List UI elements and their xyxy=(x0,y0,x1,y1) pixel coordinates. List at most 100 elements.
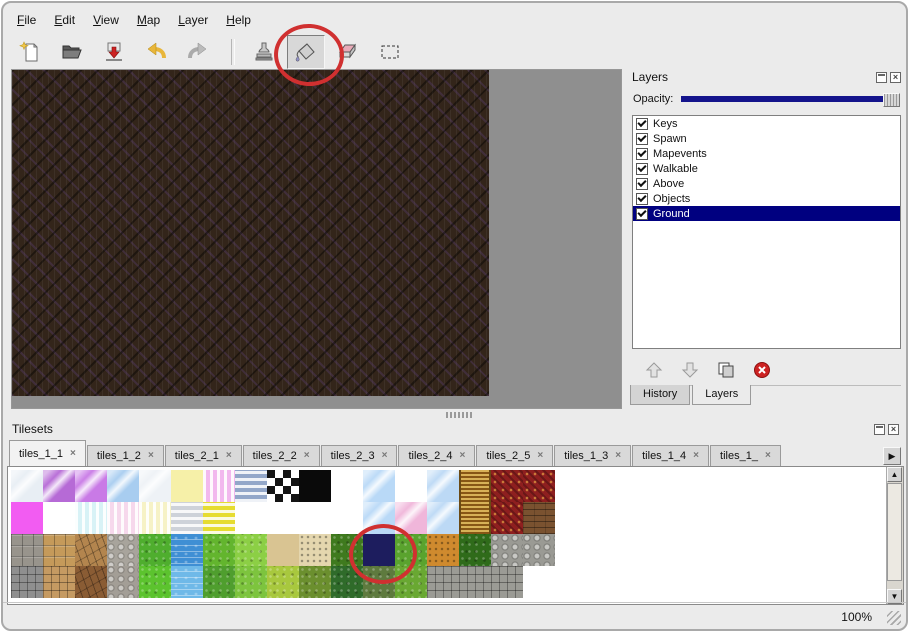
tile[interactable] xyxy=(331,534,363,566)
tile[interactable] xyxy=(491,502,523,534)
redo-button[interactable] xyxy=(179,35,217,69)
scrollbar-thumb[interactable] xyxy=(887,483,902,581)
tile[interactable] xyxy=(43,502,75,534)
tile[interactable] xyxy=(491,566,523,598)
move-layer-down-button[interactable] xyxy=(678,359,702,381)
tile[interactable] xyxy=(267,534,299,566)
menu-item-help[interactable]: Help xyxy=(226,13,251,27)
tile[interactable] xyxy=(331,566,363,598)
tile[interactable] xyxy=(75,566,107,598)
stamp-tool-button[interactable] xyxy=(245,35,283,69)
eraser-tool-button[interactable] xyxy=(329,35,367,69)
layer-visibility-checkbox[interactable] xyxy=(636,208,648,220)
layer-row-keys[interactable]: Keys xyxy=(633,116,900,131)
tile[interactable] xyxy=(235,470,267,502)
tile[interactable] xyxy=(523,534,555,566)
tile[interactable] xyxy=(139,534,171,566)
tile[interactable] xyxy=(75,534,107,566)
tile[interactable] xyxy=(43,470,75,502)
opacity-slider[interactable] xyxy=(681,92,900,106)
layer-visibility-checkbox[interactable] xyxy=(636,148,648,160)
tile[interactable] xyxy=(459,534,491,566)
tile[interactable] xyxy=(107,534,139,566)
scroll-up-button[interactable]: ▲ xyxy=(887,467,902,482)
tab-close-icon[interactable]: × xyxy=(382,451,388,461)
layer-row-ground[interactable]: Ground xyxy=(633,206,900,221)
tile[interactable] xyxy=(363,470,395,502)
layer-visibility-checkbox[interactable] xyxy=(636,118,648,130)
close-panel-icon[interactable]: × xyxy=(888,424,899,435)
tile[interactable] xyxy=(395,566,427,598)
layer-visibility-checkbox[interactable] xyxy=(636,193,648,205)
tileset-tab-tiles_2_2[interactable]: tiles_2_2× xyxy=(243,445,320,466)
duplicate-layer-button[interactable] xyxy=(714,359,738,381)
tile[interactable] xyxy=(11,470,43,502)
layer-row-objects[interactable]: Objects xyxy=(633,191,900,206)
tile[interactable] xyxy=(171,534,203,566)
menu-item-map[interactable]: Map xyxy=(137,13,160,27)
float-panel-icon[interactable] xyxy=(874,424,885,435)
menu-item-view[interactable]: View xyxy=(93,13,119,27)
new-map-button[interactable] xyxy=(11,35,49,69)
tile[interactable] xyxy=(235,566,267,598)
tile[interactable] xyxy=(267,470,299,502)
delete-layer-button[interactable] xyxy=(750,359,774,381)
layer-row-spawn[interactable]: Spawn xyxy=(633,131,900,146)
tab-close-icon[interactable]: × xyxy=(70,449,76,459)
tab-scroll-right-button[interactable]: ▶ xyxy=(883,447,901,465)
tile[interactable] xyxy=(75,470,107,502)
tile[interactable] xyxy=(427,566,459,598)
tileset-scrollbar[interactable]: ▲ ▼ xyxy=(886,467,903,604)
tab-close-icon[interactable]: × xyxy=(693,451,699,461)
map-canvas[interactable] xyxy=(11,69,622,409)
tile[interactable] xyxy=(11,534,43,566)
tile[interactable] xyxy=(203,502,235,534)
menu-item-layer[interactable]: Layer xyxy=(178,13,208,27)
tab-close-icon[interactable]: × xyxy=(615,451,621,461)
close-panel-icon[interactable]: × xyxy=(890,72,901,83)
tile[interactable] xyxy=(107,470,139,502)
splitter-grip-icon[interactable] xyxy=(446,412,474,418)
tile[interactable] xyxy=(139,502,171,534)
tile[interactable] xyxy=(299,502,331,534)
tile[interactable] xyxy=(171,502,203,534)
tileset-tab-tiles_1_2[interactable]: tiles_1_2× xyxy=(87,445,164,466)
tile[interactable] xyxy=(299,566,331,598)
tile[interactable] xyxy=(171,566,203,598)
tile[interactable] xyxy=(331,502,363,534)
tile[interactable] xyxy=(299,470,331,502)
tileset-tab-tiles_1_[interactable]: tiles_1_× xyxy=(710,445,781,466)
tileset-tab-tiles_2_1[interactable]: tiles_2_1× xyxy=(165,445,242,466)
select-tool-button[interactable] xyxy=(371,35,409,69)
tile[interactable] xyxy=(459,470,491,502)
tileset-tab-tiles_2_4[interactable]: tiles_2_4× xyxy=(398,445,475,466)
tab-close-icon[interactable]: × xyxy=(765,451,771,461)
tab-close-icon[interactable]: × xyxy=(304,451,310,461)
float-panel-icon[interactable] xyxy=(876,72,887,83)
layer-visibility-checkbox[interactable] xyxy=(636,133,648,145)
tile[interactable] xyxy=(75,502,107,534)
tile[interactable] xyxy=(427,502,459,534)
tile[interactable] xyxy=(363,566,395,598)
tile[interactable] xyxy=(11,502,43,534)
menu-item-edit[interactable]: Edit xyxy=(54,13,75,27)
tileset-tab-tiles_2_3[interactable]: tiles_2_3× xyxy=(321,445,398,466)
tileset-tab-tiles_1_1[interactable]: tiles_1_1× xyxy=(9,440,86,466)
layer-visibility-checkbox[interactable] xyxy=(636,178,648,190)
tab-layers[interactable]: Layers xyxy=(692,385,751,405)
tile[interactable] xyxy=(427,470,459,502)
tile[interactable] xyxy=(523,566,555,598)
tile[interactable] xyxy=(459,566,491,598)
tile[interactable] xyxy=(203,566,235,598)
tile[interactable] xyxy=(299,534,331,566)
save-button[interactable] xyxy=(95,35,133,69)
tileset-tab-tiles_1_3[interactable]: tiles_1_3× xyxy=(554,445,631,466)
resize-grip-icon[interactable] xyxy=(887,611,901,625)
tile[interactable] xyxy=(235,534,267,566)
tile[interactable] xyxy=(139,566,171,598)
tile[interactable] xyxy=(43,566,75,598)
tile[interactable] xyxy=(203,534,235,566)
tile[interactable] xyxy=(459,502,491,534)
tile[interactable] xyxy=(523,470,555,502)
tab-history[interactable]: History xyxy=(630,385,690,405)
